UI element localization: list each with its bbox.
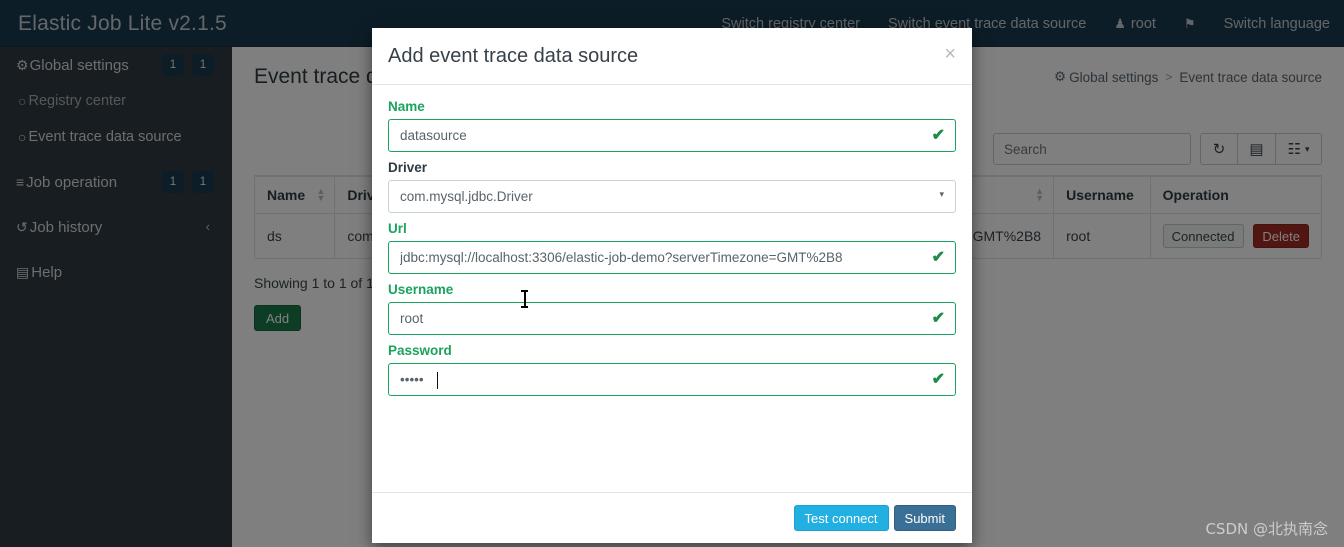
field-group-name: Name ✔ <box>388 99 956 152</box>
name-input[interactable] <box>388 119 956 152</box>
modal-footer: Test connect Submit <box>372 492 972 543</box>
field-group-username: Username ✔ <box>388 282 956 335</box>
url-label: Url <box>388 221 407 236</box>
field-group-password: Password ✔ <box>388 343 956 396</box>
modal-title: Add event trace data source <box>388 45 639 67</box>
username-input[interactable] <box>388 302 956 335</box>
name-label: Name <box>388 99 425 114</box>
field-group-driver: Driver com.mysql.jdbc.Driver ▾ <box>388 160 956 213</box>
test-connect-button[interactable]: Test connect <box>793 505 889 531</box>
modal-body: Name ✔ Driver com.mysql.jdbc.Driver ▾ Ur… <box>372 85 972 492</box>
watermark: CSDN @北执南念 <box>1205 520 1328 538</box>
password-label: Password <box>388 343 452 358</box>
url-input[interactable] <box>388 241 956 274</box>
app-root: Elastic Job Lite v2.1.5 Switch registry … <box>0 0 1344 547</box>
add-event-trace-data-source-modal: Add event trace data source × Name ✔ Dri… <box>372 28 972 543</box>
driver-select[interactable]: com.mysql.jdbc.Driver <box>388 180 956 213</box>
close-icon[interactable]: × <box>944 44 956 64</box>
submit-button[interactable]: Submit <box>893 505 956 531</box>
text-caret <box>437 372 438 389</box>
driver-label: Driver <box>388 160 428 175</box>
username-label: Username <box>388 282 454 297</box>
modal-header: Add event trace data source × <box>372 28 972 85</box>
field-group-url: Url ✔ <box>388 221 956 274</box>
password-input[interactable] <box>388 363 956 396</box>
